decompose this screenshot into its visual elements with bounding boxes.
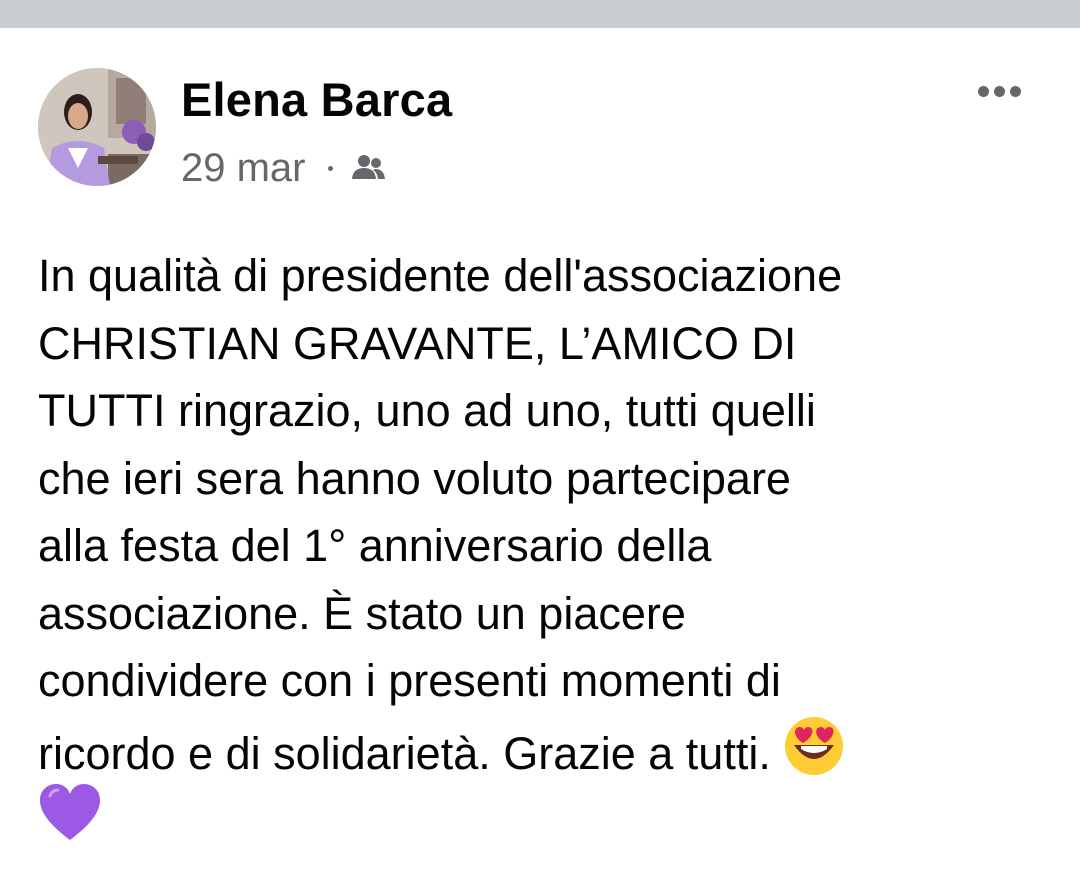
author-avatar[interactable] xyxy=(38,68,156,186)
post-meta: 29 mar xyxy=(181,144,387,192)
avatar-photo xyxy=(38,68,156,186)
post-text: In qualità di presidente dell'associazio… xyxy=(38,242,1058,850)
friends-icon[interactable] xyxy=(349,153,387,183)
post-text-line: alla festa del 1° anniversario della xyxy=(38,520,712,571)
more-options-icon[interactable] xyxy=(970,76,1028,106)
post-text-line-last: ricordo e di solidarietà. Grazie a tutti… xyxy=(38,715,1058,783)
post-text-line: condividere con i presenti momenti di xyxy=(38,655,781,706)
post-text-line: CHRISTIAN GRAVANTE, L’AMICO DI xyxy=(38,317,797,369)
post-text-line: TUTTI ringrazio, uno ad uno, tutti quell… xyxy=(38,385,816,436)
author-name[interactable]: Elena Barca xyxy=(181,72,452,127)
post-text-line-content: ricordo e di solidarietà. Grazie a tutti… xyxy=(38,727,784,779)
post-date[interactable]: 29 mar xyxy=(181,146,306,191)
post-card: Elena Barca 29 mar In qualità di preside… xyxy=(0,28,1080,883)
post-text-line: In qualità di presidente dell'associazio… xyxy=(38,250,843,301)
heart-eyes-emoji-icon xyxy=(783,715,845,796)
purple-heart-icon xyxy=(38,782,102,861)
top-separator xyxy=(0,0,1080,28)
post-text-line-emoji xyxy=(38,782,1058,850)
post-text-line: che ieri sera hanno voluto partecipare xyxy=(38,452,791,504)
post-text-line: associazione. È stato un piacere xyxy=(38,587,686,639)
meta-separator-dot xyxy=(327,165,333,171)
